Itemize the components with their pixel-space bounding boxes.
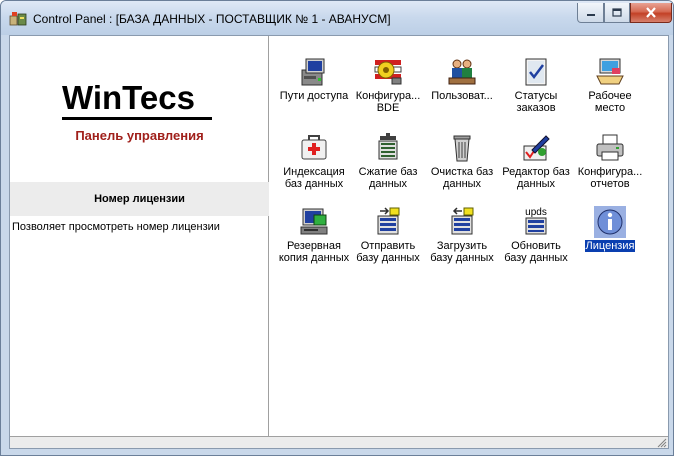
users-icon	[448, 59, 476, 85]
item-label: Сжатие баз	[358, 166, 418, 178]
checklist-icon	[525, 58, 547, 86]
minimize-button[interactable]	[577, 3, 604, 23]
item-reports-config[interactable]: Конфигура... отчетов	[572, 128, 648, 192]
item-label-2: базу данных	[430, 252, 494, 264]
item-send-db[interactable]: Отправить базу данных	[350, 202, 426, 266]
control-panel-icon	[9, 12, 27, 26]
item-clean[interactable]: Очистка баз данных	[424, 128, 500, 192]
item-db-editor[interactable]: Редактор баз данных	[498, 128, 574, 192]
item-paths[interactable]: Пути доступа	[276, 52, 352, 116]
item-label-2: базу данных	[504, 252, 568, 264]
close-icon	[646, 7, 656, 18]
item-backup[interactable]: Резервная копия данных	[276, 202, 352, 266]
item-load-db[interactable]: Загрузить базу данных	[424, 202, 500, 266]
item-label: Пользоват...	[431, 90, 493, 102]
backup-icon	[300, 208, 328, 235]
item-label: Пути доступа	[279, 90, 349, 102]
item-label: Лицензия	[584, 240, 636, 252]
load-db-icon	[451, 207, 474, 235]
item-label: Статусы	[514, 90, 558, 102]
selected-item-title: Номер лицензии	[10, 182, 269, 216]
workplace-icon	[596, 58, 624, 85]
item-label-2: данных	[368, 178, 408, 190]
item-label: Конфигура...	[577, 166, 643, 178]
item-label-2: BDE	[376, 102, 400, 114]
item-label: Загрузить	[436, 240, 488, 252]
item-bde-config[interactable]: Конфигура... BDE	[350, 52, 426, 116]
wintecs-logo: WinTecs	[62, 79, 212, 120]
maximize-button[interactable]	[604, 3, 630, 23]
item-order-statuses[interactable]: Статусы заказов	[498, 52, 574, 116]
resize-grip-icon[interactable]	[656, 437, 667, 448]
item-label: Отправить	[360, 240, 416, 252]
logo-text: WinTecs	[62, 79, 195, 116]
db-editor-icon	[523, 135, 550, 161]
window-title: Control Panel : [БАЗА ДАННЫХ - ПОСТАВЩИК…	[33, 12, 391, 26]
client-area: WinTecs Панель управления Номер лицензии…	[9, 35, 669, 449]
item-compress[interactable]: Сжатие баз данных	[350, 128, 426, 192]
trash-icon	[453, 135, 471, 162]
printer-icon	[596, 134, 624, 161]
item-label: Конфигура...	[355, 90, 421, 102]
item-label-2: баз данных	[284, 178, 344, 190]
send-db-icon	[377, 207, 400, 235]
window: Control Panel : [БАЗА ДАННЫХ - ПОСТАВЩИК…	[0, 0, 674, 456]
item-label: Рабочее	[588, 90, 632, 102]
item-label: Редактор баз	[502, 166, 570, 178]
logo-underline	[62, 117, 212, 120]
info-icon	[594, 206, 626, 238]
item-label-2: данных	[516, 178, 556, 190]
close-button[interactable]	[630, 3, 672, 23]
item-label-2: место	[594, 102, 626, 114]
item-label-2: копия данных	[278, 252, 350, 264]
item-label: Обновить	[511, 240, 561, 252]
minimize-icon	[586, 13, 595, 16]
item-label: Индексация	[283, 166, 345, 178]
compress-icon	[378, 133, 398, 160]
status-bar	[10, 436, 668, 448]
item-label-2: данных	[442, 178, 482, 190]
bde-config-icon	[374, 60, 402, 85]
computer-icon	[301, 58, 325, 86]
item-workplace[interactable]: Рабочее место	[572, 52, 648, 116]
item-label-2: базу данных	[356, 252, 420, 264]
item-label: Резервная	[287, 240, 341, 252]
icon-view: Пути доступа Конфигура... BDE Пользоват.…	[270, 36, 668, 436]
item-label: Очистка баз	[430, 166, 494, 178]
update-icon-text: upds	[525, 207, 547, 218]
item-label-2: отчетов	[590, 178, 630, 190]
panel-subtitle: Панель управления	[75, 128, 204, 143]
first-aid-icon	[301, 135, 327, 160]
item-license[interactable]: Лицензия	[572, 202, 648, 266]
item-update-db[interactable]: upds Обновить базу данных	[498, 202, 574, 266]
selected-item-description: Позволяет просмотреть номер лицензии	[12, 221, 220, 233]
item-indexing[interactable]: Индексация баз данных	[276, 128, 352, 192]
maximize-icon	[612, 8, 622, 17]
info-pane: WinTecs Панель управления Номер лицензии…	[10, 36, 269, 436]
title-bar[interactable]: Control Panel : [БАЗА ДАННЫХ - ПОСТАВЩИК…	[1, 1, 673, 35]
item-users[interactable]: Пользоват...	[424, 52, 500, 116]
item-label-2: заказов	[516, 102, 556, 114]
update-db-icon: upds	[525, 207, 547, 235]
